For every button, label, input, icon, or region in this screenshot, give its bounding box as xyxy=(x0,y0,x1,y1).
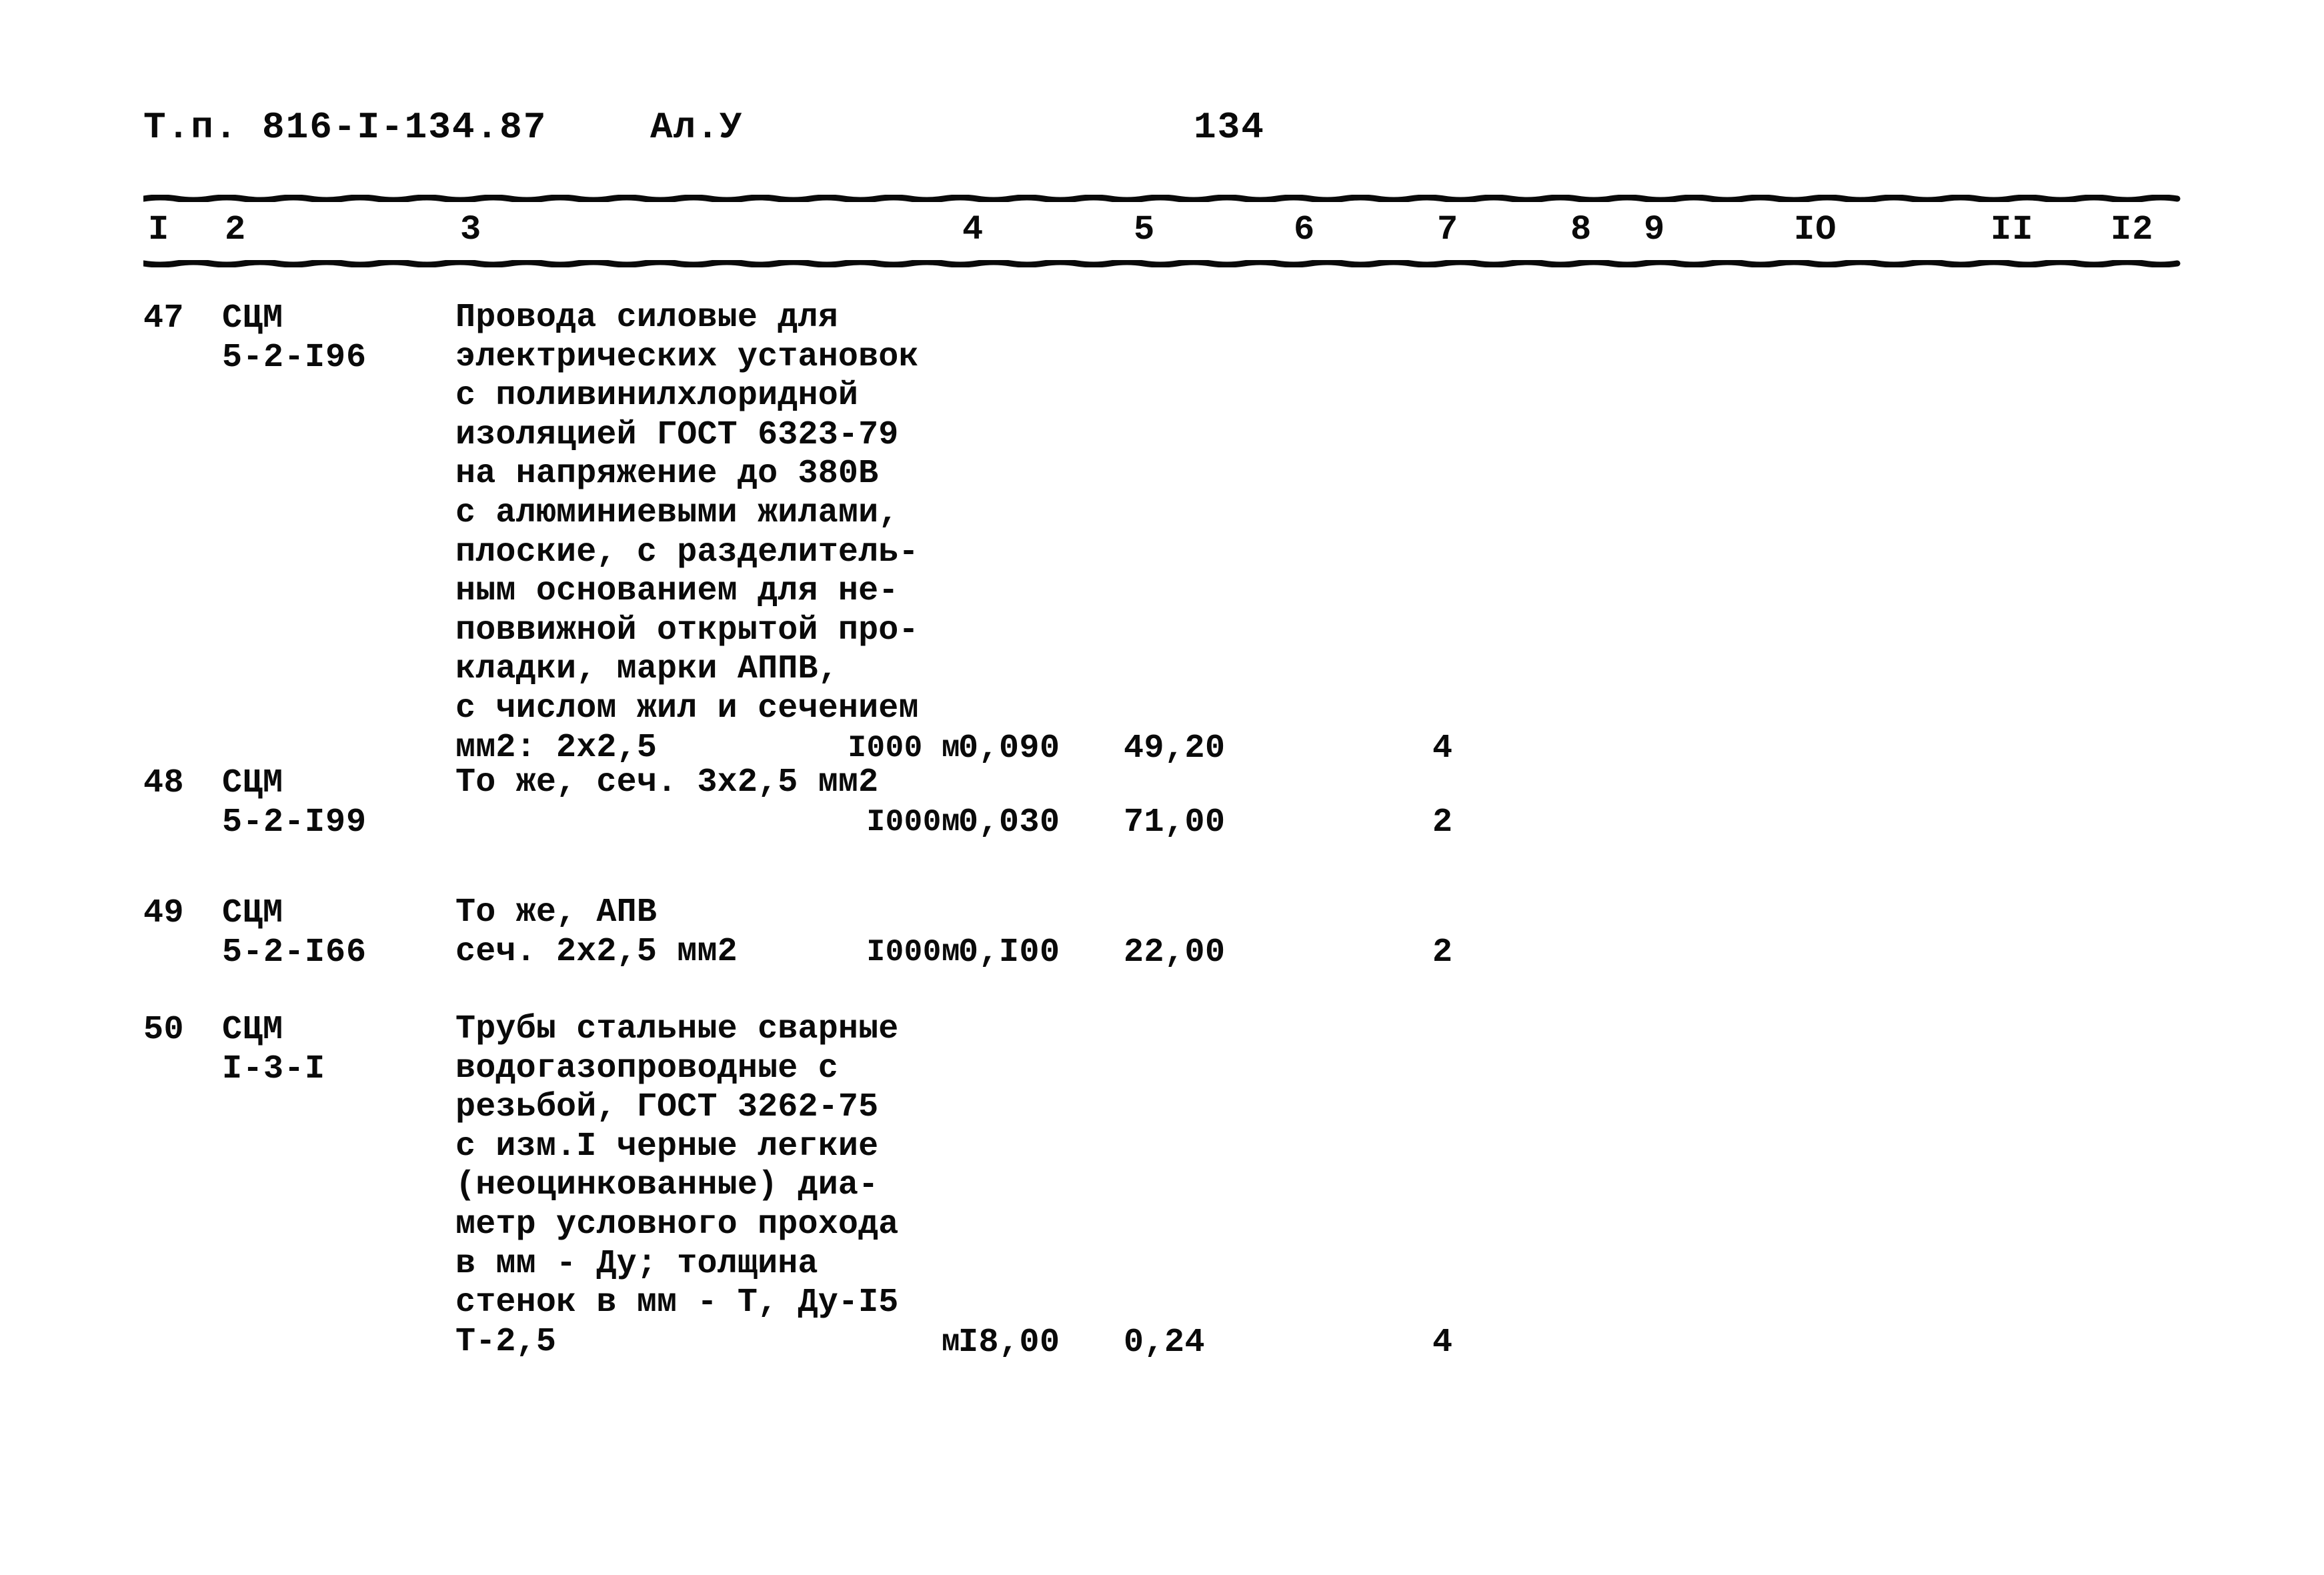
column-number-4: 4 xyxy=(962,210,984,249)
row-price: 71,00 xyxy=(1124,804,1226,842)
page-number: 134 xyxy=(1194,106,1265,149)
column-number-2: 2 xyxy=(225,210,247,249)
row-code-line2: 5-2-I66 xyxy=(222,934,367,972)
row-code-line2: I-3-I xyxy=(222,1050,326,1088)
column-number-row: I 2 3 4 5 6 7 8 9 IO II I2 xyxy=(0,203,2324,262)
document-header: Т.п. 816-I-134.87 Ал.У 134 xyxy=(143,103,2184,157)
column-number-12: I2 xyxy=(2111,210,2154,249)
table-body: 47 СЦМ 5-2-I96 Провода силовые для элект… xyxy=(0,280,2324,1414)
album-label: Ал.У xyxy=(650,106,743,149)
row-description: Трубы стальные сварные водогазопроводные… xyxy=(455,1010,899,1361)
row-number: 47 xyxy=(143,299,185,337)
row-code-line1: СЦМ xyxy=(222,894,283,932)
column-number-8: 8 xyxy=(1570,210,1592,249)
row-quantity: 0,030 xyxy=(958,804,1060,842)
column-number-11: II xyxy=(1991,210,2034,249)
row-number: 50 xyxy=(143,1011,185,1049)
row-description: Провода силовые для электрических устано… xyxy=(455,299,919,767)
column-number-9: 9 xyxy=(1644,210,1666,249)
row-number: 49 xyxy=(143,894,185,932)
row-col7: 2 xyxy=(1432,804,1453,842)
row-quantity: I8,00 xyxy=(958,1324,1060,1362)
row-col7: 2 xyxy=(1432,934,1453,972)
row-price: 49,20 xyxy=(1124,729,1226,767)
row-description: То же, сеч. 3х2,5 мм2 xyxy=(455,763,879,802)
scanned-document-page: Т.п. 816-I-134.87 Ал.У 134 I 2 3 4 5 6 7… xyxy=(0,0,2324,1575)
row-code-line2: 5-2-I99 xyxy=(222,804,367,842)
column-number-7: 7 xyxy=(1437,210,1459,249)
row-col7: 4 xyxy=(1432,1324,1453,1362)
row-unit: м xyxy=(941,1325,960,1360)
row-col7: 4 xyxy=(1432,729,1453,767)
row-quantity: 0,090 xyxy=(958,729,1060,767)
row-code-line1: СЦМ xyxy=(222,764,283,802)
table-top-rule xyxy=(143,195,2182,202)
column-number-3: 3 xyxy=(460,210,482,249)
column-number-10: IO xyxy=(1794,210,1837,249)
row-price: 0,24 xyxy=(1124,1324,1206,1362)
column-number-1: I xyxy=(148,210,170,249)
column-number-5: 5 xyxy=(1134,210,1156,249)
row-price: 22,00 xyxy=(1124,934,1226,972)
row-code-line1: СЦМ xyxy=(222,299,283,337)
row-quantity: 0,I00 xyxy=(958,934,1060,972)
column-number-6: 6 xyxy=(1294,210,1316,249)
row-unit: I000м xyxy=(866,935,960,970)
row-unit: I000м xyxy=(866,805,960,840)
row-code-line1: СЦМ xyxy=(222,1011,283,1049)
row-code-line2: 5-2-I96 xyxy=(222,339,367,377)
document-code: Т.п. 816-I-134.87 xyxy=(143,106,547,149)
row-number: 48 xyxy=(143,764,185,802)
row-unit: I000 м xyxy=(848,731,960,765)
